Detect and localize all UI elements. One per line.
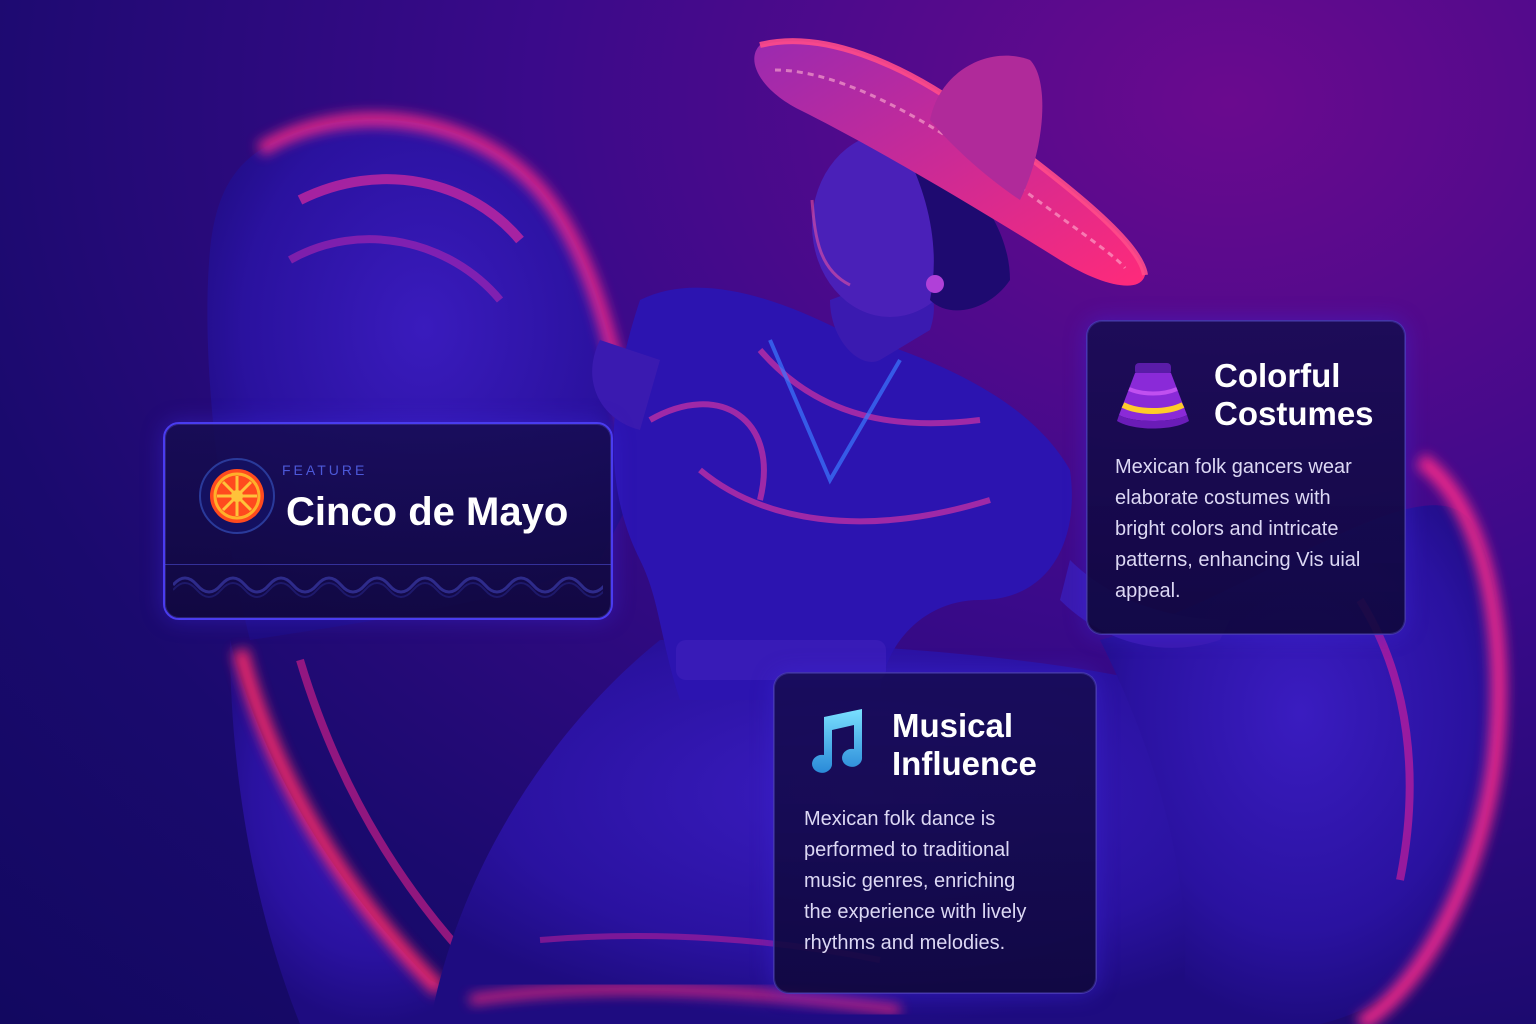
feature-card[interactable]: FEATURE Cinco de Mayo [163, 422, 613, 620]
music-note-icon [804, 707, 868, 782]
costumes-line-4: patterns, enhancing Vis uial [1115, 549, 1361, 571]
costumes-line-2: elaborate costumes with [1115, 487, 1331, 509]
music-description: Mexican folk dance is performed to tradi… [804, 804, 1026, 959]
music-line-5: rhythms and melodies. [804, 932, 1006, 954]
costumes-line-1: Mexican folk gancers wear [1115, 456, 1352, 478]
wheel-emblem-icon [199, 458, 275, 534]
music-line-1: Mexican folk dance is [804, 808, 996, 830]
costumes-description: Mexican folk gancers wear elaborate cost… [1115, 452, 1360, 607]
costumes-title-line1: Colorful [1214, 357, 1341, 394]
costumes-title-line2: Costumes [1214, 395, 1374, 432]
costumes-title: Colorful Costumes [1214, 357, 1374, 433]
music-title-line2: Influence [892, 745, 1037, 782]
decorative-wave-pattern [173, 576, 603, 598]
costumes-line-5: appeal. [1115, 580, 1181, 602]
music-line-2: performed to traditional [804, 839, 1010, 861]
skirt-icon [1113, 357, 1193, 438]
music-title: Musical Influence [892, 707, 1037, 783]
music-card[interactable]: Musical Influence Mexican folk dance is … [773, 672, 1097, 994]
costumes-line-3: bright colors and intricate [1115, 518, 1339, 540]
music-line-4: the experience with lively [804, 901, 1027, 923]
music-line-3: music genres, enriching [804, 870, 1016, 892]
feature-title: Cinco de Mayo [286, 490, 569, 534]
divider [165, 564, 611, 565]
music-title-line1: Musical [892, 707, 1014, 744]
costumes-card[interactable]: Colorful Costumes Mexican folk gancers w… [1086, 320, 1406, 635]
feature-kicker: FEATURE [282, 462, 368, 478]
dancer-torso [613, 287, 1072, 700]
